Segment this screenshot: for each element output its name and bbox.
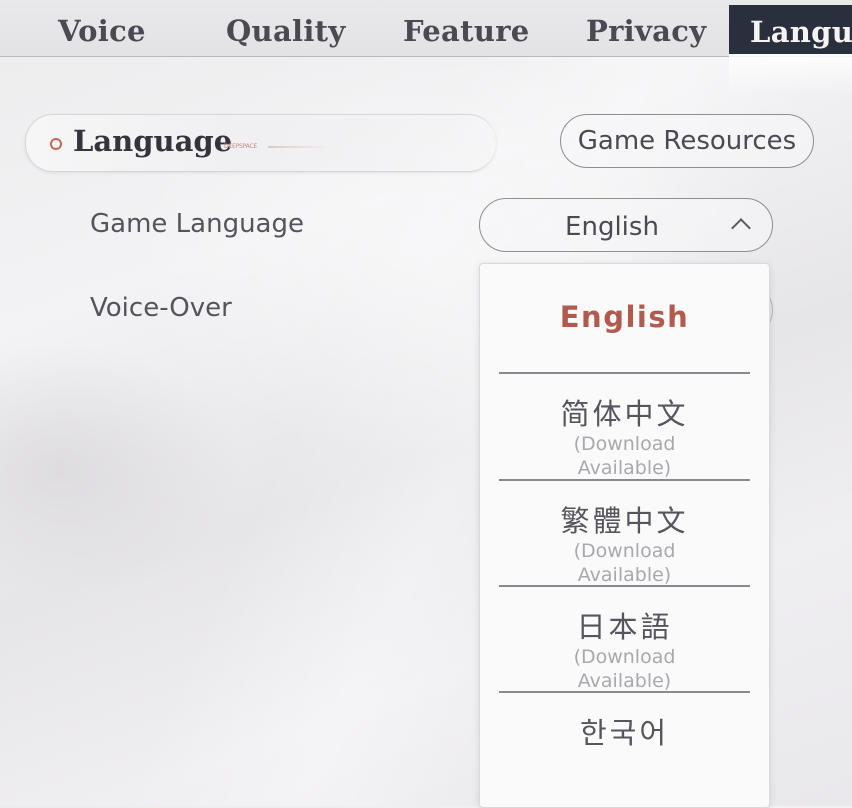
section-title: Language [73,124,233,158]
tab-quality[interactable]: Quality [226,0,346,56]
option-download-note: (Download Available) [573,540,676,586]
game-language-label: Game Language [90,209,304,239]
option-download-note: (Download Available) [573,646,676,692]
game-language-select[interactable]: English [479,198,773,252]
option-divider [499,479,750,481]
tab-privacy[interactable]: Privacy [586,0,706,56]
option-japanese[interactable]: 日本語 [480,604,769,646]
language-dropdown-menu: English 简体中文 (Download Available) 繁體中文 (… [479,263,770,808]
tab-language[interactable]: Langu [729,5,852,54]
section-decoration [268,146,328,148]
option-english[interactable]: English [480,300,769,334]
option-korean[interactable]: 한국어 [480,710,769,752]
option-simplified-chinese[interactable]: 简体中文 [480,391,769,433]
voice-over-label: Voice-Over [90,293,232,323]
option-divider [499,691,750,693]
option-divider [499,585,750,587]
settings-tab-bar: Voice Quality Feature Privacy Langu [0,0,852,57]
active-tab-glow [729,54,852,94]
tab-voice[interactable]: Voice [58,0,146,56]
option-traditional-chinese[interactable]: 繁體中文 [480,498,769,540]
section-subtitle: DEEPSPACE [224,143,258,150]
game-resources-button[interactable]: Game Resources [560,114,814,168]
option-divider [499,372,750,374]
section-bullet-icon [50,138,62,150]
option-download-note: (Download Available) [573,433,676,479]
game-language-value: English [565,212,659,242]
tab-feature[interactable]: Feature [403,0,530,56]
